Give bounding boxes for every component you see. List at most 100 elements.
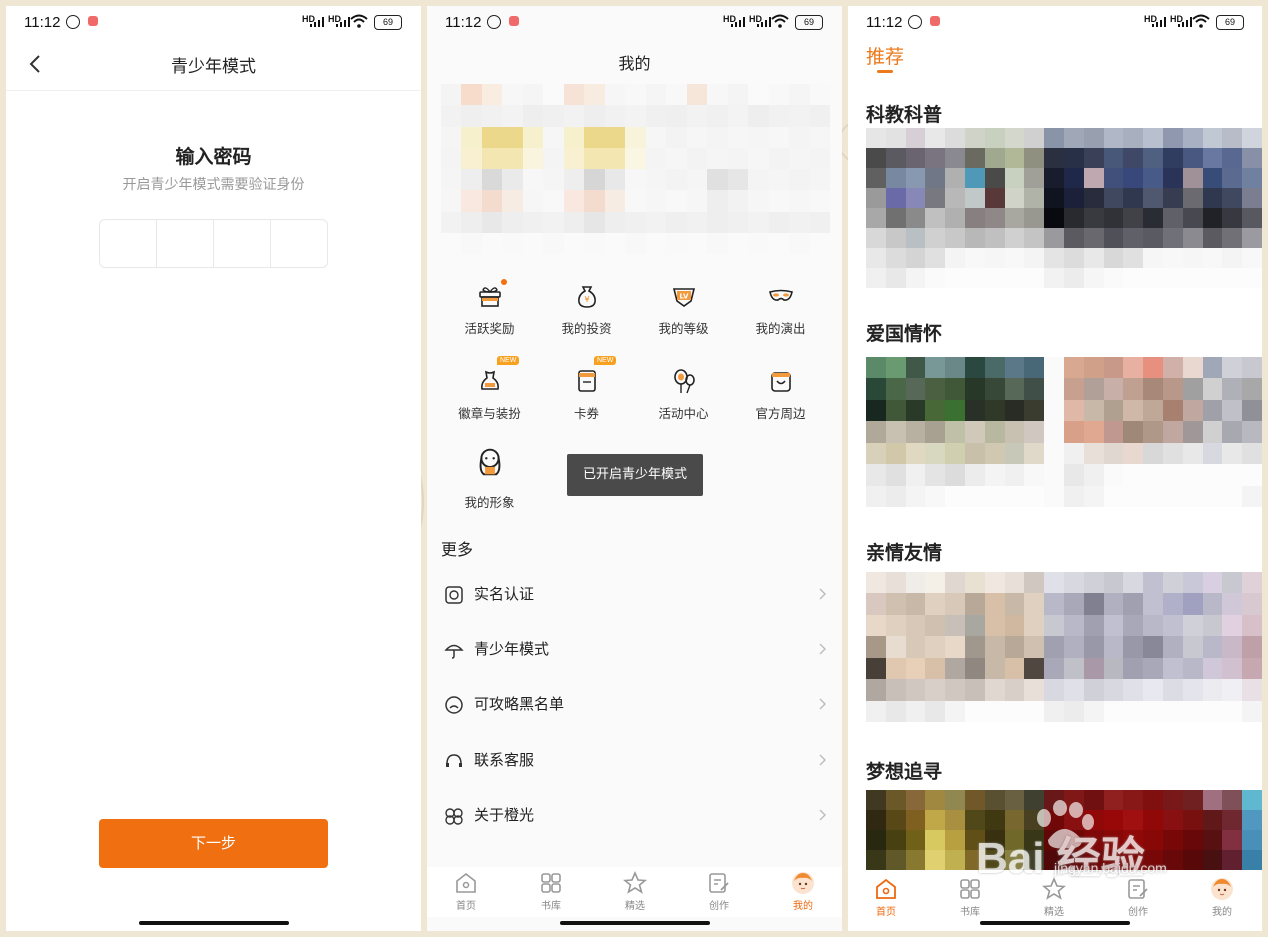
tab-label: 书库 xyxy=(960,907,980,918)
blurred-covers-patriotism[interactable] xyxy=(866,357,1262,507)
menu-item-label: 青少年模式 xyxy=(474,640,550,658)
pin-input[interactable] xyxy=(99,219,328,268)
svg-text:LV: LV xyxy=(680,293,689,301)
grid-item-official-merch[interactable]: 官方周边 xyxy=(732,368,829,448)
grid-item-coupons[interactable]: NEW 卡券 xyxy=(538,356,635,448)
status-time: 11:12 xyxy=(866,14,903,31)
avatar-figure-icon xyxy=(479,448,501,476)
grid-item-level[interactable]: LV 我的等级 xyxy=(635,283,732,363)
umbrella-icon xyxy=(444,644,464,659)
new-badge: NEW xyxy=(594,356,617,365)
next-button[interactable]: 下一步 xyxy=(99,819,328,868)
chevron-right-icon xyxy=(819,588,826,600)
grid-item-label: 我的演出 xyxy=(755,321,806,336)
avatar-icon xyxy=(1211,878,1233,900)
chevron-right-icon xyxy=(819,643,826,655)
signal-icon xyxy=(310,17,324,27)
toast-message: 已开启青少年模式 xyxy=(567,454,703,496)
section-title-family: 亲情友情 xyxy=(866,542,943,564)
headset-icon xyxy=(446,754,462,767)
wifi-icon xyxy=(1192,14,1210,28)
grid-item-event-center[interactable]: 活动中心 xyxy=(635,368,732,448)
gift-icon xyxy=(479,287,501,307)
level-badge-icon: LV xyxy=(672,288,696,307)
status-time: 11:12 xyxy=(445,14,482,31)
battery-icon: 69 xyxy=(795,15,823,30)
tab-home[interactable]: 首页 xyxy=(436,867,496,917)
mask-icon xyxy=(769,289,793,301)
battery-icon: 69 xyxy=(374,15,402,30)
wifi-icon xyxy=(771,14,789,28)
chevron-right-icon xyxy=(819,809,826,821)
wifi-icon xyxy=(350,14,368,28)
tab-create[interactable]: 创作 xyxy=(1108,873,1168,923)
grid-item-label: 徽章与装扮 xyxy=(458,406,521,421)
profile-screen: 11:12 HD HD 69 我的 活跃奖励 ¥ 我的投资 LV 我的等级 我的… xyxy=(427,6,842,931)
menu-item-about[interactable]: 关于橙光 xyxy=(427,788,842,844)
menu-item-customer-service[interactable]: 联系客服 xyxy=(427,733,842,789)
pin-digit-2[interactable] xyxy=(157,220,214,267)
new-badge: NEW xyxy=(497,356,520,365)
grid-icon xyxy=(541,873,561,893)
menu-item-real-name[interactable]: 实名认证 xyxy=(427,567,842,623)
battery-icon: 69 xyxy=(1216,15,1244,30)
flower-icon xyxy=(445,808,463,825)
signal-icon xyxy=(757,17,771,27)
grid-item-label: 我的形象 xyxy=(464,495,515,510)
tab-recommend[interactable]: 推荐 xyxy=(866,42,904,69)
svg-text:¥: ¥ xyxy=(584,295,589,304)
tab-label: 创作 xyxy=(709,901,729,912)
alarm-icon xyxy=(487,15,501,29)
tab-label: 我的 xyxy=(1212,907,1232,918)
sad-face-icon xyxy=(445,696,463,714)
status-bar: 11:12 HD HD 69 xyxy=(848,6,1262,40)
recommend-screen: 11:12 HD HD 69 推荐 科教科普 爱国情怀 亲情友情 梦想追寻 首页… xyxy=(848,6,1262,931)
tab-library[interactable]: 书库 xyxy=(940,873,1000,923)
tab-library[interactable]: 书库 xyxy=(521,867,581,917)
pin-digit-3[interactable] xyxy=(214,220,271,267)
app-notification-icon xyxy=(930,16,940,26)
blurred-covers-dreams[interactable] xyxy=(866,790,1262,870)
grid-item-label: 卡券 xyxy=(573,406,599,421)
tab-create[interactable]: 创作 xyxy=(689,867,749,917)
tab-featured[interactable]: 精选 xyxy=(1024,873,1084,923)
tab-featured[interactable]: 精选 xyxy=(605,867,665,917)
chevron-right-icon xyxy=(819,698,826,710)
menu-item-teen-mode[interactable]: 青少年模式 xyxy=(427,622,842,678)
grid-item-my-avatar[interactable]: 我的形象 xyxy=(441,448,538,530)
tab-mine[interactable]: 我的 xyxy=(773,867,833,917)
grid-item-label: 活动中心 xyxy=(658,406,709,421)
blurred-covers-family[interactable] xyxy=(866,572,1262,722)
pin-digit-4[interactable] xyxy=(271,220,327,267)
password-heading: 输入密码 xyxy=(175,146,252,168)
menu-item-label: 实名认证 xyxy=(474,585,535,603)
star-icon xyxy=(1042,877,1066,900)
section-title-dreams: 梦想追寻 xyxy=(866,761,943,783)
tab-label: 首页 xyxy=(876,907,896,918)
tab-mine[interactable]: 我的 xyxy=(1192,873,1252,923)
status-bar: 11:12 HD HD 69 xyxy=(6,6,421,40)
tab-label: 创作 xyxy=(1128,907,1148,918)
teen-mode-password-screen: 11:12 HD HD 69 青少年模式 输入密码 开启青少年模式需要验证身份 … xyxy=(6,6,421,931)
grid-item-label: 我的等级 xyxy=(658,321,709,336)
chevron-right-icon xyxy=(819,754,826,766)
pin-digit-1[interactable] xyxy=(100,220,157,267)
grid-item-active-rewards[interactable]: 活跃奖励 xyxy=(441,279,538,363)
grid-icon xyxy=(960,879,980,899)
tab-home[interactable]: 首页 xyxy=(856,873,916,923)
avatar-icon xyxy=(792,872,814,894)
home-icon xyxy=(876,878,896,899)
status-bar: 11:12 HD HD 69 xyxy=(427,6,842,40)
id-verify-icon xyxy=(445,586,463,604)
nav-bar: 青少年模式 xyxy=(6,40,421,91)
edit-icon xyxy=(1128,879,1148,899)
menu-item-blacklist[interactable]: 可攻略黑名单 xyxy=(427,677,842,733)
alarm-icon xyxy=(908,15,922,29)
grid-item-investment[interactable]: ¥ 我的投资 xyxy=(538,283,635,363)
section-title-science: 科教科普 xyxy=(866,104,943,126)
active-tab-indicator xyxy=(877,70,893,73)
grid-item-performance[interactable]: 我的演出 xyxy=(732,283,829,363)
tab-label: 我的 xyxy=(793,901,813,912)
blurred-covers-science[interactable] xyxy=(866,128,1262,288)
grid-item-badges-costume[interactable]: NEW 徽章与装扮 xyxy=(441,356,538,448)
